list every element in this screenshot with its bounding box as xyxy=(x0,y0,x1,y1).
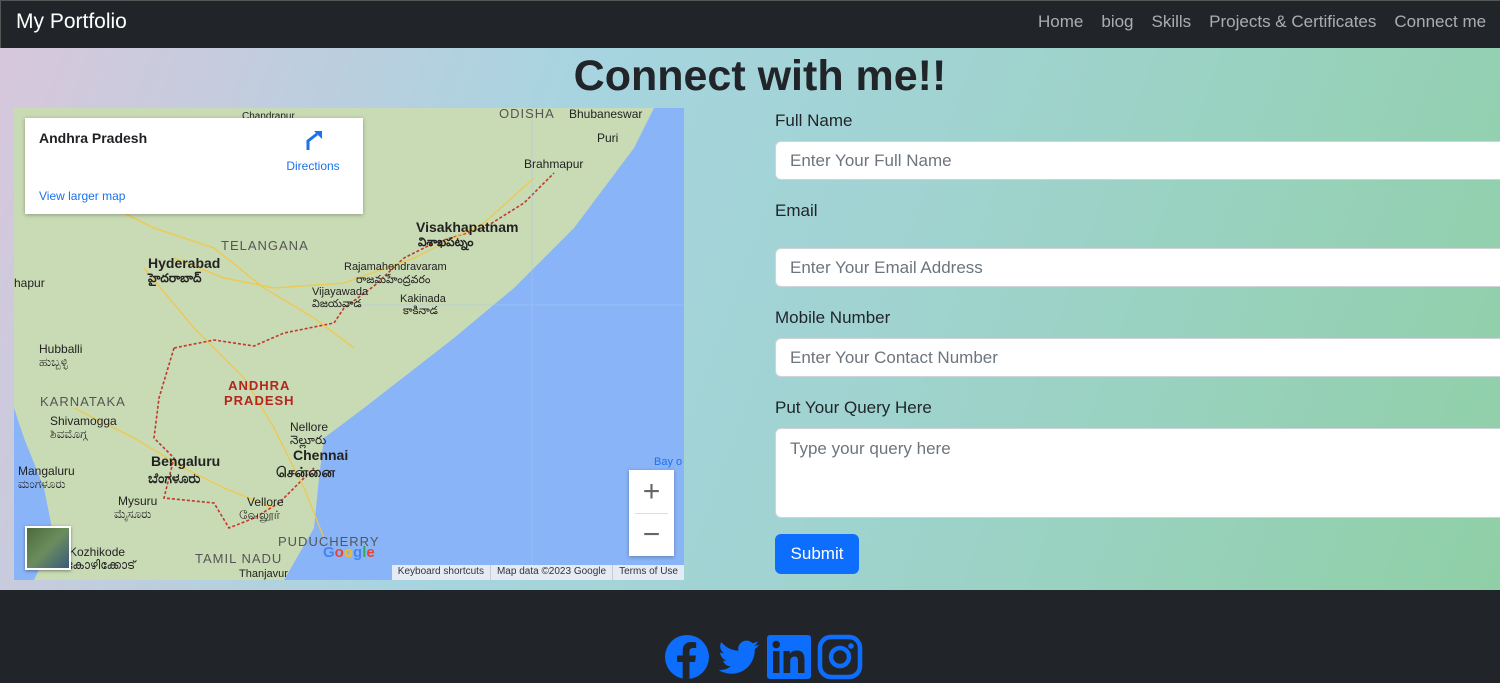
nav-link-projects[interactable]: Projects & Certificates xyxy=(1209,12,1376,32)
terms-of-use-link[interactable]: Terms of Use xyxy=(612,565,684,580)
facebook-icon[interactable] xyxy=(664,634,710,680)
map-label-bhubaneswar: Bhubaneswar xyxy=(569,108,643,121)
navbar: My Portfolio Home biog Skills Projects &… xyxy=(0,0,1500,48)
map-place-title: Andhra Pradesh xyxy=(39,130,148,146)
map-label-hapur: hapur xyxy=(14,276,45,290)
nav-link-blog[interactable]: biog xyxy=(1101,12,1133,32)
map-data-credit: Map data ©2023 Google xyxy=(489,565,612,580)
footer xyxy=(0,590,1500,683)
nav-link-connect[interactable]: Connect me xyxy=(1394,12,1486,32)
brand-logo[interactable]: My Portfolio xyxy=(16,10,127,34)
map-label-thanjavur: Thanjavur xyxy=(239,568,288,580)
view-larger-map-link[interactable]: View larger map xyxy=(39,189,125,203)
map-label-hyderabad-te: హైదరాబాద్ xyxy=(148,271,202,285)
directions-button[interactable]: Directions xyxy=(281,130,345,173)
directions-icon xyxy=(306,131,322,150)
full-name-input[interactable] xyxy=(775,141,1500,180)
keyboard-shortcuts-link[interactable]: Keyboard shortcuts xyxy=(392,565,490,580)
map-label-kakinada: Kakinada xyxy=(400,293,446,305)
query-textarea[interactable] xyxy=(775,428,1500,518)
map-label-visakhapatnam-te: విశాఖపట్నం xyxy=(418,235,474,249)
map-label-mangaluru: Mangaluru xyxy=(18,464,75,478)
mobile-input[interactable] xyxy=(775,338,1500,377)
nav-link-skills[interactable]: Skills xyxy=(1152,12,1192,32)
zoom-in-button[interactable]: + xyxy=(629,470,674,513)
zoom-out-button[interactable]: − xyxy=(629,513,674,556)
map-label-tamil-nadu: TAMIL NADU xyxy=(195,551,283,566)
map-info-card: Andhra Pradesh Directions View larger ma… xyxy=(25,118,363,214)
social-links xyxy=(664,634,863,680)
directions-label: Directions xyxy=(286,159,340,173)
nav-links: Home biog Skills Projects & Certificates… xyxy=(1038,12,1486,32)
satellite-toggle[interactable] xyxy=(25,526,71,570)
map-label-chennai-ta: சென்னை xyxy=(276,464,336,480)
instagram-icon[interactable] xyxy=(817,634,863,680)
map-label-bengaluru: Bengaluru xyxy=(151,453,221,469)
map-label-shivamogga-kn: ಶಿವಮೊಗ್ಗ xyxy=(50,427,88,441)
map-label-brahmapur: Brahmapur xyxy=(524,157,584,171)
map-label-vellore: Vellore xyxy=(247,495,284,509)
page-title: Connect with me!! xyxy=(573,52,947,100)
map-label-hubballi-kn: ಹುಬ್ಬಳ್ಳಿ xyxy=(39,355,68,369)
map-label-kakinada-te: కాకినాడ xyxy=(403,305,438,317)
map-label-vijayawada-te: విజయవాడ xyxy=(312,298,362,310)
google-logo: Google xyxy=(323,544,375,561)
twitter-icon[interactable] xyxy=(715,634,761,680)
map-label-kozhikode: Kozhikode xyxy=(69,545,126,559)
map-label-hubballi: Hubballi xyxy=(39,342,83,356)
map-label-kozhikode-ml: കോഴിക്കോട് xyxy=(66,558,136,572)
map-label-visakhapatnam: Visakhapatnam xyxy=(416,219,519,235)
linkedin-icon[interactable] xyxy=(766,634,812,680)
map-label-andhra-pradesh: ANDHRA PRADESH xyxy=(224,378,295,408)
map-label-nellore: Nellore xyxy=(290,420,329,434)
map-label-shivamogga: Shivamogga xyxy=(50,414,117,428)
email-input[interactable] xyxy=(775,248,1500,287)
map-label-hyderabad: Hyderabad xyxy=(148,255,221,271)
map-label-vellore-ta: வேலூர் xyxy=(239,508,280,522)
map-label-puri: Puri xyxy=(597,131,619,145)
email-label: Email xyxy=(775,201,818,220)
map-label-bay: Bay o xyxy=(654,456,683,468)
map-attribution: Keyboard shortcuts Map data ©2023 Google… xyxy=(391,565,684,580)
mobile-label: Mobile Number xyxy=(775,308,891,327)
map-label-rajamahendravaram: Rajamahendravaram xyxy=(344,261,447,273)
submit-button[interactable]: Submit xyxy=(775,534,859,574)
map-label-karnataka: KARNATAKA xyxy=(40,394,126,409)
map-label-odisha: ODISHA xyxy=(499,108,555,121)
nav-link-home[interactable]: Home xyxy=(1038,12,1083,32)
map-label-vijayawada: Vijayawada xyxy=(312,286,369,298)
map-label-mysuru: Mysuru xyxy=(118,494,158,508)
embedded-map[interactable]: ODISHA Bhubaneswar Puri Brahmapur Visakh… xyxy=(14,108,684,580)
full-name-label: Full Name xyxy=(775,111,853,130)
map-label-mangaluru-kn: ಮಂಗಳೂರು xyxy=(18,477,66,491)
query-label: Put Your Query Here xyxy=(775,398,932,417)
map-label-bengaluru-kn: ಬೆಂಗಳೂರು xyxy=(148,470,201,486)
map-label-chennai: Chennai xyxy=(293,447,349,463)
map-label-telangana: TELANGANA xyxy=(221,238,309,253)
zoom-divider xyxy=(635,513,668,514)
map-zoom-control: + − xyxy=(629,470,674,556)
map-label-mysuru-kn: ಮೈಸೂರು xyxy=(114,507,152,521)
contact-section: Connect with me!! ODISHA Bhubaneswar Pur… xyxy=(0,48,1500,590)
